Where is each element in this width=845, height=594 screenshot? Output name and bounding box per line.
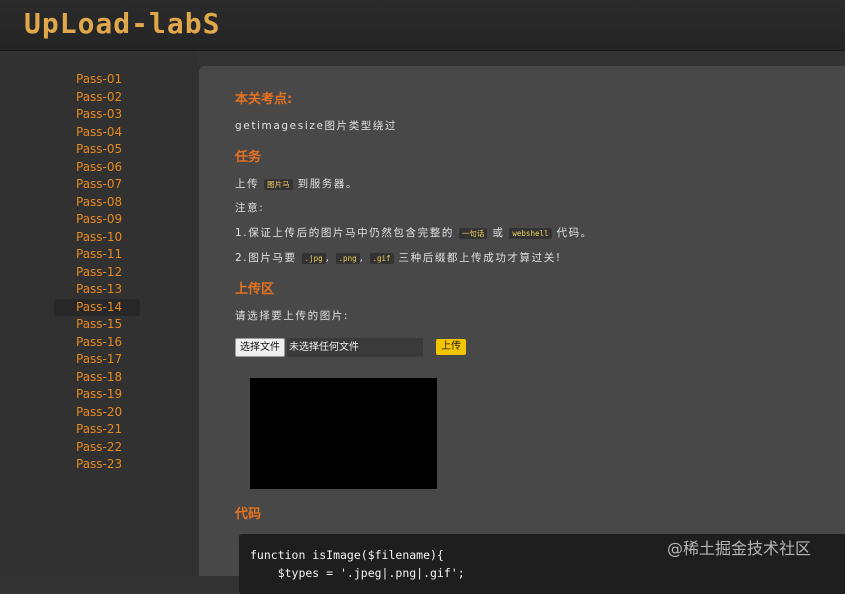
note-1-pre: 1.保证上传后的图片马中仍然包含完整的 bbox=[235, 227, 454, 239]
code-line-2: $types = '.jpeg|.png|.gif'; bbox=[250, 566, 465, 580]
sidebar: Pass-01 Pass-02 Pass-03 Pass-04 Pass-05 Pass-… bbox=[0, 51, 198, 576]
note-2-post: 三种后缀都上传成功才算过关! bbox=[398, 252, 562, 264]
sidebar-item-pass-13[interactable]: Pass-13 bbox=[54, 281, 140, 299]
sidebar-item-pass-11[interactable]: Pass-11 bbox=[54, 246, 140, 264]
note-2-sep-2: , bbox=[359, 252, 365, 264]
sidebar-item-pass-18[interactable]: Pass-18 bbox=[54, 369, 140, 387]
sidebar-item-pass-10[interactable]: Pass-10 bbox=[54, 229, 140, 247]
sidebar-item-pass-19[interactable]: Pass-19 bbox=[54, 386, 140, 404]
sidebar-item-pass-01[interactable]: Pass-01 bbox=[54, 71, 140, 89]
note-1-code-2: webshell bbox=[509, 228, 552, 239]
sidebar-item-pass-04[interactable]: Pass-04 bbox=[54, 124, 140, 142]
note-1-code-1: 一句话 bbox=[458, 228, 488, 239]
task-text-pre: 上传 bbox=[235, 178, 260, 190]
sidebar-item-pass-03[interactable]: Pass-03 bbox=[54, 106, 140, 124]
note-1-post: 代码。 bbox=[556, 227, 593, 239]
sidebar-item-pass-07[interactable]: Pass-07 bbox=[54, 176, 140, 194]
choose-file-button[interactable]: 选择文件 bbox=[235, 338, 285, 357]
task-text: 上传 图片马 到服务器。 bbox=[235, 176, 358, 191]
upload-heading: 上传区 bbox=[235, 282, 275, 297]
image-preview bbox=[250, 378, 437, 489]
site-logo[interactable]: UpLoad-labS bbox=[24, 7, 220, 40]
sidebar-item-pass-08[interactable]: Pass-08 bbox=[54, 194, 140, 212]
sidebar-item-pass-05[interactable]: Pass-05 bbox=[54, 141, 140, 159]
file-status: 未选择任何文件 bbox=[287, 338, 423, 357]
task-text-post: 到服务器。 bbox=[297, 178, 359, 190]
note-2: 2.图片马要 .jpg, .png, .gif 三种后缀都上传成功才算过关! bbox=[235, 250, 562, 265]
code-line-1: function isImage($filename){ bbox=[250, 548, 444, 562]
level-nav: Pass-01 Pass-02 Pass-03 Pass-04 Pass-05 Pass-… bbox=[54, 71, 140, 474]
note-2-code-1: .jpg bbox=[301, 253, 326, 264]
sidebar-item-pass-17[interactable]: Pass-17 bbox=[54, 351, 140, 369]
sidebar-item-pass-15[interactable]: Pass-15 bbox=[54, 316, 140, 334]
sidebar-item-pass-22[interactable]: Pass-22 bbox=[54, 439, 140, 457]
upload-prompt: 请选择要上传的图片: bbox=[235, 310, 350, 322]
header: UpLoad-labS bbox=[0, 0, 845, 51]
focus-heading: 本关考点: bbox=[235, 92, 293, 107]
sidebar-item-pass-21[interactable]: Pass-21 bbox=[54, 421, 140, 439]
sidebar-item-pass-20[interactable]: Pass-20 bbox=[54, 404, 140, 422]
upload-button[interactable]: 上传 bbox=[436, 339, 466, 355]
watermark: @稀土掘金技术社区 bbox=[667, 539, 812, 558]
sidebar-item-pass-16[interactable]: Pass-16 bbox=[54, 334, 140, 352]
sidebar-item-pass-23[interactable]: Pass-23 bbox=[54, 456, 140, 474]
sidebar-item-pass-12[interactable]: Pass-12 bbox=[54, 264, 140, 282]
note-1: 1.保证上传后的图片马中仍然包含完整的 一句话 或 webshell 代码。 bbox=[235, 225, 593, 240]
sidebar-item-pass-02[interactable]: Pass-02 bbox=[54, 89, 140, 107]
task-heading: 任务 bbox=[235, 150, 262, 165]
sidebar-item-pass-09[interactable]: Pass-09 bbox=[54, 211, 140, 229]
note-2-code-2: .png bbox=[335, 253, 360, 264]
note-label: 注意: bbox=[235, 202, 265, 214]
task-code: 图片马 bbox=[264, 179, 293, 190]
note-2-pre: 2.图片马要 bbox=[235, 252, 297, 264]
main-content: 本关考点: getimagesize图片类型绕过 任务 上传 图片马 到服务器。… bbox=[199, 66, 845, 594]
note-2-code-3: .gif bbox=[369, 253, 394, 264]
note-1-mid: 或 bbox=[492, 227, 505, 239]
sidebar-item-pass-14[interactable]: Pass-14 bbox=[54, 298, 140, 316]
code-heading: 代码 bbox=[235, 507, 262, 522]
focus-text: getimagesize图片类型绕过 bbox=[235, 120, 398, 132]
sidebar-item-pass-06[interactable]: Pass-06 bbox=[54, 159, 140, 177]
note-2-sep-1: , bbox=[325, 252, 331, 264]
